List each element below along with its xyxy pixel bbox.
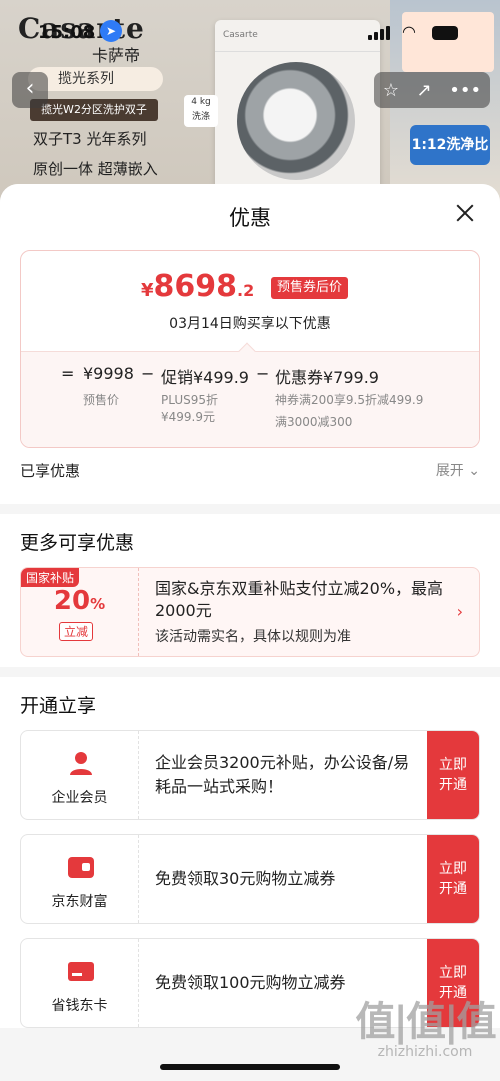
promo-discount: 促销¥499.9: [161, 368, 249, 387]
close-icon[interactable]: [454, 202, 476, 224]
wifi-icon: ◠: [402, 22, 416, 41]
open-item-name: 省钱东卡: [51, 998, 108, 1014]
open-now-button[interactable]: 立即开通: [427, 731, 479, 819]
coupon-discount: 优惠券¥799.9: [275, 368, 379, 387]
status-time: 15:08: [38, 22, 96, 43]
price-type-tag: 预售券后价: [271, 277, 349, 299]
signal-icon: [368, 26, 392, 40]
coupon-detail-1: 神券满200享9.5折减499.9: [275, 393, 424, 407]
price-integer: 8698: [153, 269, 238, 304]
price-breakdown: = ¥9998 − 促销¥499.9 − 优惠券¥799.9 预售价 PLUS9…: [21, 342, 479, 447]
more-discounts-section: 更多可享优惠 国家补贴 20% 立减 国家&京东双重补贴支付立减20%，最高20…: [0, 514, 500, 667]
expand-button[interactable]: 展开 ⌄: [436, 460, 480, 480]
coupon-detail-2: 满3000减300: [275, 415, 353, 429]
open-now-label: 立即开通: [439, 861, 467, 897]
open-item-text: 免费领取30元购物立减券: [155, 869, 336, 888]
open-card-enterprise: 企业会员 企业会员3200元补贴，办公设备/易耗品一站式采购！ 立即开通: [20, 730, 480, 820]
location-icon: ➤: [100, 20, 122, 42]
site-watermark: 值|值|值 zhizhizhi.com: [350, 1000, 500, 1060]
capacity-badge: 4 kg 洗涤: [184, 95, 218, 127]
capacity-label: 洗涤: [191, 112, 210, 122]
purchase-date-note: 03月14日购买享以下优惠: [169, 316, 331, 332]
final-price: ¥8698.2: [141, 269, 254, 304]
equals-sign: =: [61, 364, 75, 383]
chevron-down-icon: ⌄: [468, 463, 480, 479]
promo-line-2: 原创一体 超薄嵌入: [33, 160, 158, 178]
open-now-label: 立即开通: [439, 757, 467, 793]
open-membership-section: 开通立享 企业会员 企业会员3200元补贴，办公设备/易耗品一站式采购！ 立即开…: [0, 677, 500, 1028]
subsidy-percent: 20%: [21, 586, 138, 616]
price-card: ¥8698.2 预售券后价 03月14日购买享以下优惠 = ¥9998 − 促销…: [20, 250, 480, 448]
minus-sign: −: [256, 364, 270, 383]
price-section: ¥8698.2 预售券后价 03月14日购买享以下优惠 = ¥9998 − 促销…: [0, 248, 500, 504]
promo-line-1: 双子T3 光年系列: [33, 130, 147, 148]
presale-label: 预售价: [83, 393, 120, 407]
open-item-text: 企业会员3200元补贴，办公设备/易耗品一站式采购！: [155, 753, 410, 796]
share-icon[interactable]: ↗: [417, 80, 432, 101]
enjoyed-label: 已享优惠: [20, 462, 81, 480]
nav-actions: ☆ ↗ •••: [374, 72, 490, 108]
back-button[interactable]: ‹: [12, 72, 48, 108]
subsidy-badge: 立减: [59, 622, 94, 641]
watermark-logo: 值|值|值: [355, 999, 496, 1045]
open-card-wealth: 京东财富 免费领取30元购物立减券 立即开通: [20, 834, 480, 924]
favorite-icon[interactable]: ☆: [383, 80, 399, 101]
subsidy-text: 国家&京东双重补贴支付立减20%，最高2000元: [155, 579, 444, 620]
open-title: 开通立享: [20, 695, 97, 717]
minus-sign: −: [141, 364, 155, 383]
promo-badge: 1:12洗净比: [410, 125, 490, 165]
subsidy-percent-value: 20: [53, 586, 91, 616]
discount-sheet: 优惠 ¥8698.2 预售券后价 03月14日购买享以下优惠 = ¥9998 −…: [0, 184, 500, 1081]
brand-sub: 卡萨帝: [92, 46, 141, 65]
promo-detail-1: PLUS95折: [161, 393, 218, 407]
price-currency: ¥: [141, 280, 154, 301]
more-discounts-title: 更多可享优惠: [20, 532, 135, 554]
chevron-right-icon: ›: [456, 602, 463, 621]
open-item-name: 京东财富: [51, 894, 108, 910]
series-tag: 揽光系列: [28, 67, 163, 91]
subsidy-note: 该活动需实名，具体以规则为准: [155, 629, 351, 645]
promo-detail-2: ¥499.9元: [161, 410, 215, 424]
card-icon: [68, 962, 94, 981]
subsidy-card[interactable]: 国家补贴 20% 立减 国家&京东双重补贴支付立减20%，最高2000元 该活动…: [20, 567, 480, 657]
wallet-icon: [68, 857, 94, 878]
person-icon: [70, 752, 92, 775]
open-now-label: 立即开通: [439, 965, 467, 1001]
home-indicator[interactable]: [160, 1064, 340, 1070]
open-item-text: 免费领取100元购物立减券: [155, 973, 346, 992]
sheet-header: 优惠: [0, 184, 500, 248]
price-decimal: .2: [237, 281, 255, 300]
open-item-name: 企业会员: [51, 790, 108, 806]
open-now-button[interactable]: 立即开通: [427, 835, 479, 923]
sub-tag: 揽光W2分区洗护双子: [30, 99, 158, 121]
expand-label: 展开: [435, 463, 464, 479]
watermark-url: zhizhizhi.com: [377, 1044, 473, 1060]
washer-image: Casarte: [215, 20, 380, 190]
battery-icon: [432, 26, 458, 40]
sheet-title: 优惠: [229, 206, 271, 230]
subsidy-tag: 国家补贴: [21, 568, 80, 587]
enjoyed-row: 已享优惠 展开 ⌄: [20, 450, 480, 490]
capacity-value: 4 kg: [191, 97, 211, 107]
presale-price: ¥9998: [83, 364, 134, 383]
subsidy-percent-unit: %: [90, 595, 106, 613]
more-icon[interactable]: •••: [449, 80, 481, 101]
washer-brand: Casarte: [223, 30, 258, 40]
